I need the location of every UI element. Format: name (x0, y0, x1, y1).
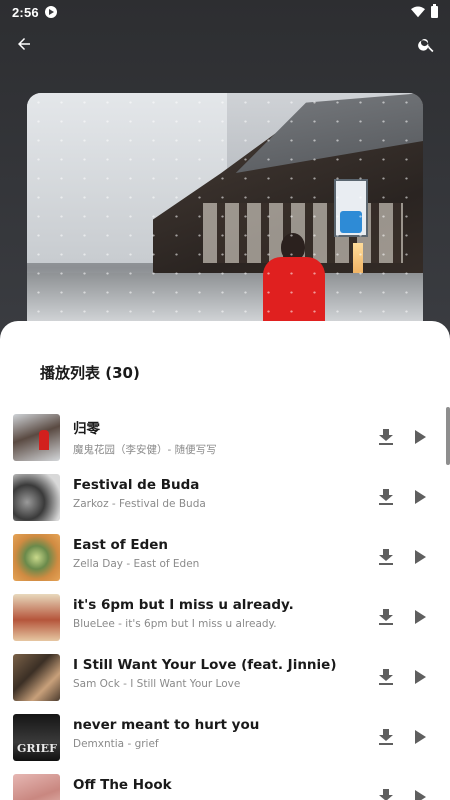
cover-snow (27, 93, 423, 343)
song-row[interactable]: Off The Hook (0, 767, 450, 800)
play-button[interactable] (410, 786, 430, 800)
download-icon (379, 609, 393, 625)
song-title: I Still Want Your Love (feat. Jinnie) (73, 657, 337, 673)
download-icon (379, 489, 393, 505)
play-icon (415, 670, 426, 684)
status-icons (411, 4, 438, 18)
song-text: I Still Want Your Love (feat. Jinnie) Sa… (73, 657, 363, 690)
download-button[interactable] (376, 546, 396, 568)
song-row[interactable]: I Still Want Your Love (feat. Jinnie) Sa… (0, 647, 450, 707)
download-button[interactable] (376, 426, 396, 448)
song-text: East of Eden Zella Day - East of Eden (73, 537, 363, 570)
song-thumbnail (13, 534, 60, 581)
play-icon (415, 550, 426, 564)
song-title: Festival de Buda (73, 477, 200, 493)
song-row[interactable]: 归零 魔鬼花园（李安健）- 随便写写 (0, 407, 450, 467)
song-text: 归零 魔鬼花园（李安健）- 随便写写 (73, 417, 363, 457)
download-icon (379, 729, 393, 745)
battery-icon (431, 4, 438, 18)
download-icon (379, 669, 393, 685)
song-title: East of Eden (73, 537, 169, 553)
song-text: Off The Hook (73, 777, 363, 798)
download-button[interactable] (376, 606, 396, 628)
media-playing-icon (44, 6, 57, 18)
song-text: it's 6pm but I miss u already. BlueLee -… (73, 597, 363, 630)
play-button[interactable] (410, 486, 430, 508)
song-subtitle: BlueLee - it's 6pm but I miss u already. (73, 618, 277, 630)
song-subtitle: Zarkoz - Festival de Buda (73, 498, 206, 510)
search-button[interactable] (412, 30, 440, 58)
song-row[interactable]: it's 6pm but I miss u already. BlueLee -… (0, 587, 450, 647)
song-subtitle: 魔鬼花园（李安健）- 随便写写 (73, 444, 217, 456)
song-title: it's 6pm but I miss u already. (73, 597, 294, 613)
song-list: 归零 魔鬼花园（李安健）- 随便写写 Festival de Buda Zark… (0, 407, 450, 800)
song-row[interactable]: never meant to hurt you Demxntia - grief (0, 707, 450, 767)
back-button[interactable] (10, 30, 38, 58)
song-thumbnail (13, 594, 60, 641)
download-button[interactable] (376, 486, 396, 508)
song-thumbnail (13, 774, 60, 800)
song-subtitle: Sam Ock - I Still Want Your Love (73, 678, 241, 690)
playlist-title: 播放列表 (30) (40, 364, 140, 382)
album-cover-image (27, 93, 423, 343)
song-subtitle: Demxntia - grief (73, 738, 159, 750)
play-button[interactable] (410, 726, 430, 748)
song-row[interactable]: Festival de Buda Zarkoz - Festival de Bu… (0, 467, 450, 527)
download-icon (379, 549, 393, 565)
search-icon (417, 38, 433, 52)
song-text: Festival de Buda Zarkoz - Festival de Bu… (73, 477, 363, 510)
song-thumbnail (13, 474, 60, 521)
download-button[interactable] (376, 786, 396, 800)
play-icon (415, 730, 426, 744)
song-subtitle: Zella Day - East of Eden (73, 558, 200, 570)
wifi-icon (411, 6, 425, 18)
play-button[interactable] (410, 546, 430, 568)
play-button[interactable] (410, 606, 430, 628)
play-button[interactable] (410, 426, 430, 448)
play-icon (415, 490, 426, 504)
play-icon (415, 610, 426, 624)
song-row[interactable]: East of Eden Zella Day - East of Eden (0, 527, 450, 587)
download-icon (379, 789, 393, 800)
status-time: 2:56 (12, 4, 39, 20)
song-text: never meant to hurt you Demxntia - grief (73, 717, 363, 750)
song-title: Off The Hook (73, 777, 172, 793)
download-button[interactable] (376, 666, 396, 688)
song-title: never meant to hurt you (73, 717, 260, 733)
song-title: 归零 (73, 421, 100, 437)
play-icon (415, 430, 426, 444)
top-bar (0, 28, 450, 60)
download-button[interactable] (376, 726, 396, 748)
play-button[interactable] (410, 666, 430, 688)
download-icon (379, 429, 393, 445)
song-thumbnail (13, 714, 60, 761)
playlist-sheet: 播放列表 (30) 归零 魔鬼花园（李安健）- 随便写写 Festival de… (0, 321, 450, 800)
status-bar: 2:56 (0, 0, 450, 24)
song-thumbnail (13, 414, 60, 461)
song-thumbnail (13, 654, 60, 701)
play-icon (415, 790, 426, 800)
arrow-back-icon (18, 38, 30, 50)
